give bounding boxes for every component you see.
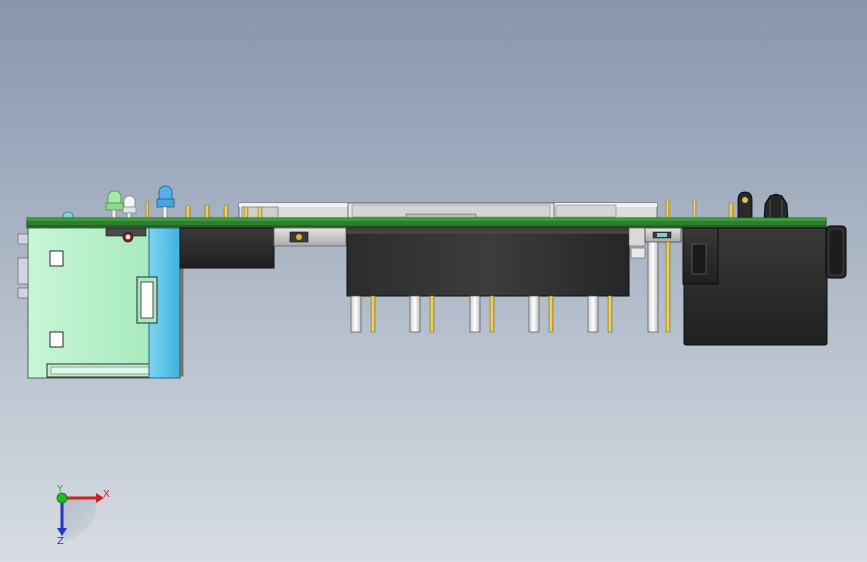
small-component <box>273 227 347 247</box>
long-pin-gold <box>665 241 671 333</box>
small-pad <box>628 227 646 247</box>
gold-pin-right-1 <box>665 199 670 220</box>
led-blue[interactable] <box>156 185 175 220</box>
header-housing-top[interactable] <box>238 202 658 220</box>
header-pins <box>350 295 613 333</box>
long-pin-silver <box>647 241 659 333</box>
gold-pin <box>145 200 149 220</box>
pin-header-connector[interactable] <box>346 227 630 297</box>
bottom-side-components <box>17 225 847 379</box>
top-side-components <box>62 185 789 221</box>
triad-y-label: Y <box>56 484 64 495</box>
pcb-board[interactable] <box>26 217 827 229</box>
coordinate-triad-icon: X Y Z <box>56 484 110 547</box>
triad-x-label: X <box>103 489 110 500</box>
gold-pin-row <box>185 204 229 220</box>
cad-viewport[interactable]: X Y Z <box>0 0 867 562</box>
tactile-button-1[interactable] <box>644 227 682 243</box>
led-white[interactable] <box>122 195 137 220</box>
triad-z-label: Z <box>57 536 64 547</box>
gold-pin-right-3 <box>728 202 734 220</box>
small-pad-2 <box>630 247 646 259</box>
mount-post-1 <box>737 191 753 220</box>
led-green[interactable] <box>105 190 124 220</box>
mount-post-2 <box>763 193 789 220</box>
power-jack[interactable] <box>682 225 847 346</box>
gold-pin-right-2 <box>692 199 697 220</box>
connector-block-left[interactable] <box>179 227 275 269</box>
usb-connector[interactable] <box>17 227 184 379</box>
